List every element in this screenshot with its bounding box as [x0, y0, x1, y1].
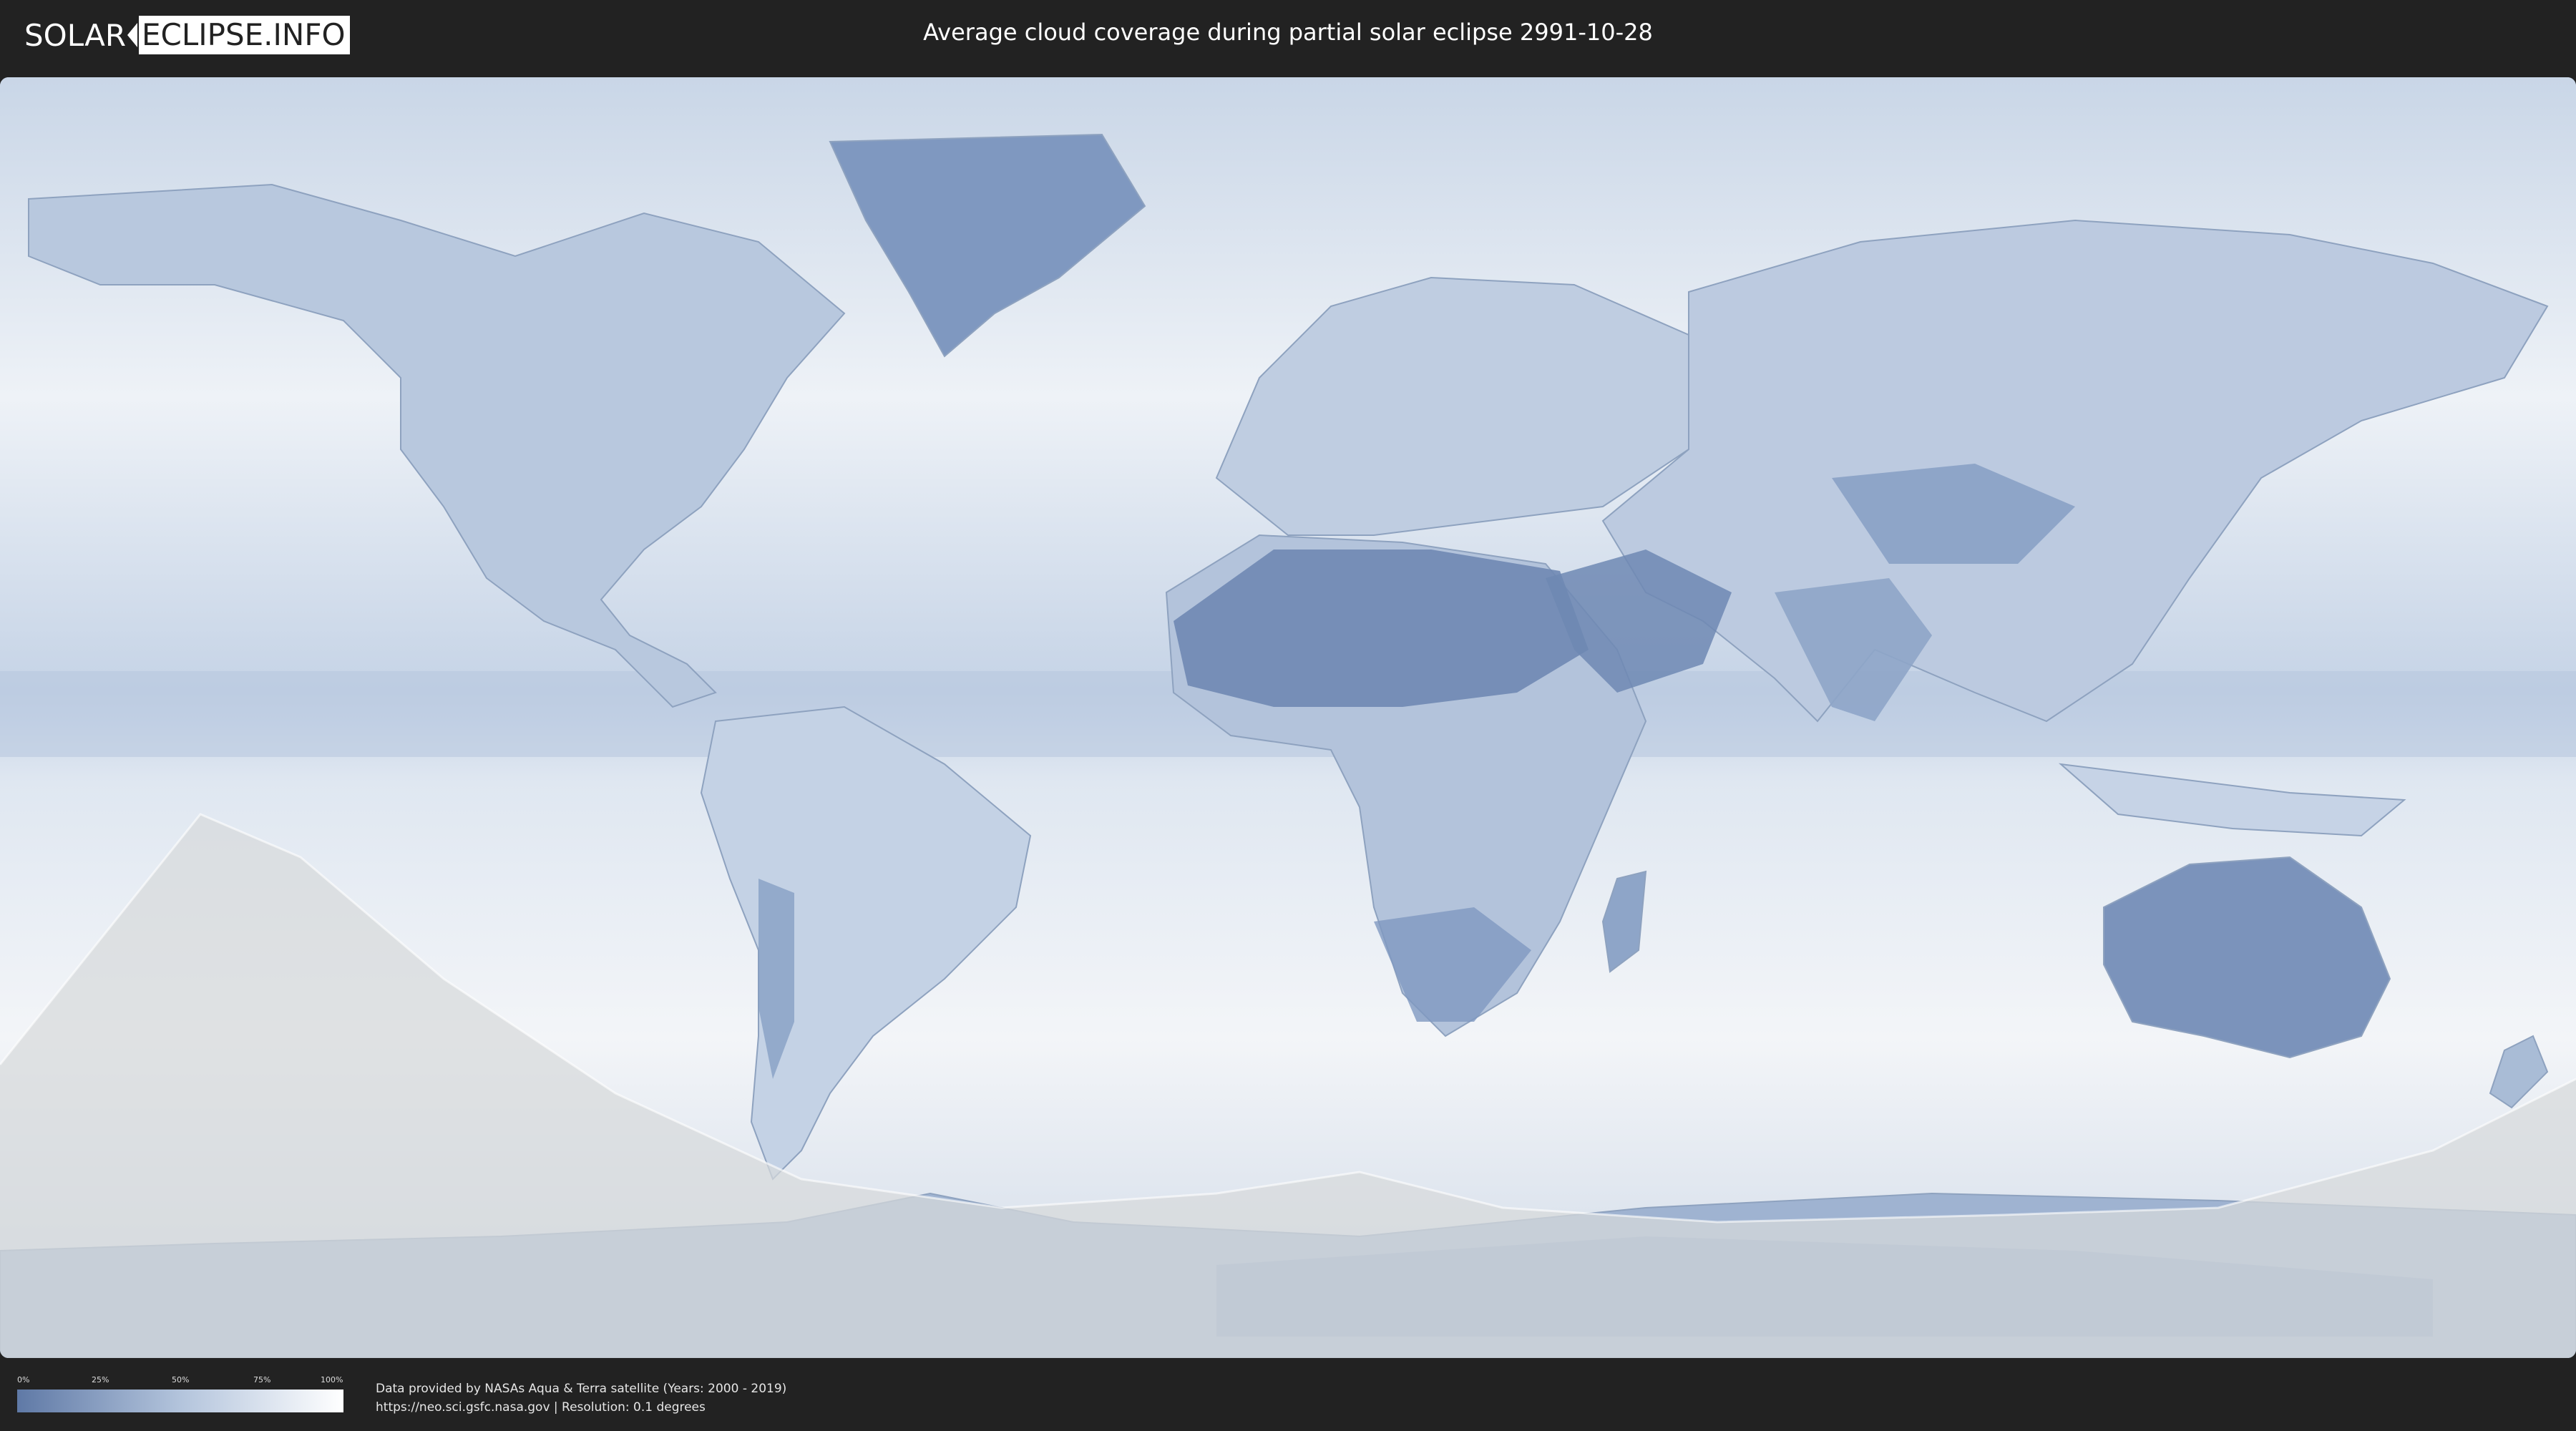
top-bar: SOLAR ECLIPSE.INFO Average cloud coverag…: [0, 0, 2576, 70]
legend-tick-75: 75%: [253, 1375, 271, 1384]
legend-tick-0: 0%: [17, 1375, 30, 1384]
legend-color-scale: [17, 1390, 343, 1412]
credits-line-url[interactable]: https://neo.sci.gsfc.nasa.gov | Resoluti…: [376, 1398, 786, 1417]
data-credits: Data provided by NASAs Aqua & Terra sate…: [376, 1379, 786, 1417]
legend-tick-50: 50%: [172, 1375, 190, 1384]
page-title: Average cloud coverage during partial so…: [923, 19, 1653, 46]
coverage-legend: 0% 25% 50% 75% 100%: [17, 1375, 343, 1412]
world-map-svg: [0, 77, 2576, 1358]
legend-tick-labels: 0% 25% 50% 75% 100%: [17, 1375, 343, 1390]
cloud-coverage-map[interactable]: [0, 77, 2576, 1358]
legend-tick-25: 25%: [92, 1375, 109, 1384]
credits-line-source: Data provided by NASAs Aqua & Terra sate…: [376, 1382, 787, 1396]
legend-tick-100: 100%: [321, 1375, 343, 1384]
